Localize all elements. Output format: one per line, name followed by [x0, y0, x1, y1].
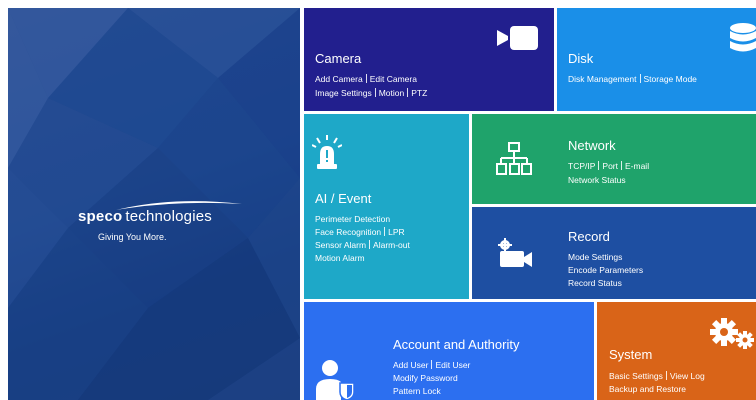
network-status-link[interactable]: Network Status: [568, 175, 626, 185]
tile-network-line-2: Network Status: [568, 175, 626, 186]
tile-ai-event-line-4: Motion Alarm: [315, 253, 365, 264]
motion-link[interactable]: Motion: [379, 88, 405, 98]
tile-account-authority-line-1: Add User Edit User: [393, 360, 470, 371]
tile-network[interactable]: Network TCP/IP Port E-mail Network Status: [472, 114, 756, 204]
edit-camera-link[interactable]: Edit Camera: [370, 74, 417, 84]
tile-account-authority-title: Account and Authority: [393, 337, 520, 352]
tile-record-line-3: Record Status: [568, 278, 622, 289]
basic-settings-link[interactable]: Basic Settings: [609, 371, 663, 381]
mode-settings-link[interactable]: Mode Settings: [568, 252, 622, 262]
brand-tagline: Giving You More.: [98, 232, 167, 242]
alarm-light-icon: [312, 135, 342, 169]
tile-ai-event-title: AI / Event: [315, 191, 372, 206]
tile-ai-event-line-1: Perimeter Detection: [315, 214, 390, 225]
backup-restore-link[interactable]: Backup and Restore: [609, 384, 686, 394]
storage-mode-link[interactable]: Storage Mode: [644, 74, 697, 84]
tile-camera-line-1: Add Camera Edit Camera: [315, 74, 417, 85]
tile-disk[interactable]: Disk Disk Management Storage Mode: [557, 8, 756, 111]
speco-logo: speco technologies Giving You More.: [78, 198, 248, 258]
tile-camera-title: Camera: [315, 51, 362, 66]
edit-user-link[interactable]: Edit User: [435, 360, 470, 370]
tile-disk-title: Disk: [568, 51, 594, 66]
tile-account-authority[interactable]: Account and Authority Add User Edit User …: [304, 302, 594, 400]
network-tree-icon: [496, 142, 532, 175]
tcp-ip-link[interactable]: TCP/IP: [568, 161, 595, 171]
alarm-out-link[interactable]: Alarm-out: [373, 240, 410, 250]
brand-name: speco technologies: [78, 208, 212, 225]
gears-icon: [710, 318, 754, 349]
add-user-link[interactable]: Add User: [393, 360, 428, 370]
tile-record-line-1: Mode Settings: [568, 252, 622, 263]
video-camera-icon: [497, 26, 538, 50]
view-log-link[interactable]: View Log: [670, 371, 705, 381]
sensor-alarm-link[interactable]: Sensor Alarm: [315, 240, 366, 250]
tile-system-line-2: Backup and Restore: [609, 384, 686, 395]
tile-system-title: System: [609, 347, 653, 362]
tile-camera[interactable]: Camera Add Camera Edit Camera Image Setti…: [304, 8, 554, 111]
add-camera-link[interactable]: Add Camera: [315, 74, 363, 84]
tile-record-title: Record: [568, 229, 610, 244]
tile-network-title: Network: [568, 138, 616, 153]
tile-ai-event-line-2: Face Recognition LPR: [315, 227, 405, 238]
tile-ai-event[interactable]: AI / Event Perimeter Detection Face Reco…: [304, 114, 469, 299]
record-status-link[interactable]: Record Status: [568, 278, 622, 288]
face-recognition-link[interactable]: Face Recognition: [315, 227, 381, 237]
tile-network-line-1: TCP/IP Port E-mail: [568, 161, 649, 172]
tile-system[interactable]: System Basic Settings View Log Backup and…: [597, 302, 756, 400]
record-camera-gear-icon: [498, 238, 532, 267]
port-link[interactable]: Port: [602, 161, 618, 171]
tile-disk-line-1: Disk Management Storage Mode: [568, 74, 697, 85]
database-icon: [730, 23, 756, 52]
lpr-link[interactable]: LPR: [388, 227, 405, 237]
image-settings-link[interactable]: Image Settings: [315, 88, 372, 98]
user-shield-icon: [316, 360, 355, 400]
motion-alarm-link[interactable]: Motion Alarm: [315, 253, 365, 263]
tile-system-line-1: Basic Settings View Log: [609, 371, 705, 382]
tile-camera-line-2: Image Settings Motion PTZ: [315, 88, 427, 99]
modify-password-link[interactable]: Modify Password: [393, 373, 458, 383]
disk-management-link[interactable]: Disk Management: [568, 74, 637, 84]
tile-record-line-2: Encode Parameters: [568, 265, 643, 276]
tile-ai-event-line-3: Sensor Alarm Alarm-out: [315, 240, 410, 251]
tile-record[interactable]: Record Mode Settings Encode Parameters R…: [472, 207, 756, 299]
email-link[interactable]: E-mail: [625, 161, 649, 171]
ptz-link[interactable]: PTZ: [411, 88, 427, 98]
branding-panel: speco technologies Giving You More.: [8, 8, 300, 400]
brand-name-bold: speco: [78, 208, 123, 225]
tile-account-authority-line-3: Pattern Lock: [393, 386, 441, 397]
tile-account-authority-line-2: Modify Password: [393, 373, 458, 384]
brand-name-light: technologies: [125, 208, 212, 225]
perimeter-detection-link[interactable]: Perimeter Detection: [315, 214, 390, 224]
encode-parameters-link[interactable]: Encode Parameters: [568, 265, 643, 275]
pattern-lock-link[interactable]: Pattern Lock: [393, 386, 441, 396]
